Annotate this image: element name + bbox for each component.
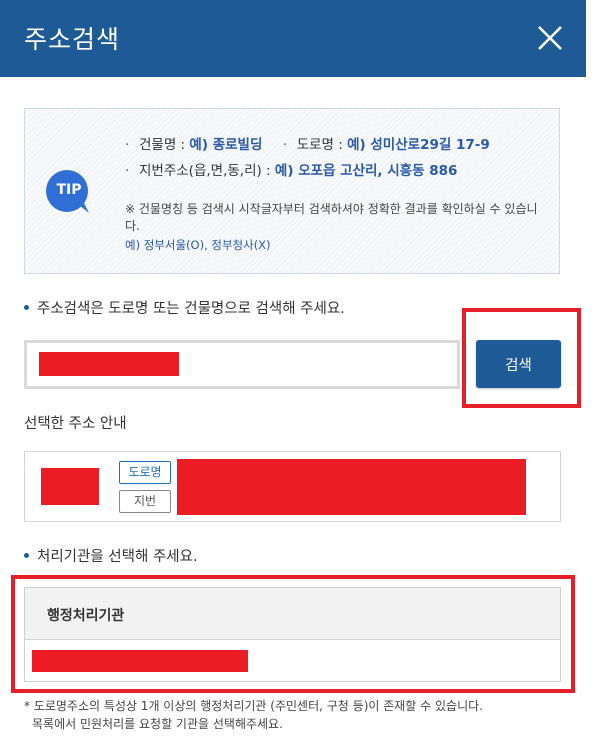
tip-road-label: 도로명 : [296,137,348,153]
tip-example: 예) 정부서울(O), 정부청사(X) [125,238,271,252]
tip-box: TIP · 건물명 : 예) 종로빌딩 · 도로명 : 예) 성미산로29길 17-… [24,108,560,274]
tip-badge-label: TIP [56,182,82,198]
tip-line-1: · 건물명 : 예) 종로빌딩 · 도로명 : 예) 성미산로29길 17-9 [125,137,490,153]
search-instruction: 주소검색은 도로명 또는 건물명으로 검색해 주세요. [24,297,345,318]
tip-note: ※ 건물명칭 등 검색시 시작글자부터 검색하셔야 정확한 결과를 확인하실 수… [125,202,538,233]
search-instruction-text: 주소검색은 도로명 또는 건물명으로 검색해 주세요. [37,301,345,317]
redacted-address-text [177,459,526,515]
close-icon[interactable] [530,18,570,58]
agency-instruction: 처리기관을 선택해 주세요. [24,545,198,566]
agency-highlight-box [11,575,575,693]
selected-address-label: 선택한 주소 안내 [24,416,127,432]
footnote: * 도로명주소의 특성상 1개 이상의 행정처리기관 (주민센터, 구청 등)이… [24,697,564,733]
tip-line-2: · 지번주소(읍,면,동,리) : 예) 오포읍 고산리, 시흥동 886 [125,163,458,179]
footnote-line-2: 목록에서 민원처리를 요청할 기관을 선택해주세요. [32,717,283,731]
bullet-dot [24,304,29,310]
dialog-edge [586,0,596,751]
tip-badge: TIP [43,169,95,217]
agency-instruction-text: 처리기관을 선택해 주세요. [37,549,198,565]
dialog-title: 주소검색 [24,25,121,54]
tip-building-example: 예) 종로빌딩 [189,137,263,153]
search-highlight-box [462,308,581,408]
jibun-address-tag: 지번 [119,490,171,513]
dialog-header: 주소검색 [0,0,586,77]
tip-jibun-example: 예) 오포읍 고산리, 시흥동 886 [274,163,458,179]
selected-address-card: 도로명 지번 [24,451,561,522]
footnote-line-1: * 도로명주소의 특성상 1개 이상의 행정처리기관 (주민센터, 구청 등)이… [24,699,483,713]
bullet-dot [24,552,29,558]
tip-building-label: 건물명 : [139,137,190,153]
tip-road-example: 예) 성미산로29길 17-9 [347,137,490,153]
tip-jibun-label: 지번주소(읍,면,동,리) : [139,163,275,179]
redacted-input-value [39,352,179,376]
road-address-tag: 도로명 [119,461,171,484]
redacted-postal-code [41,468,99,505]
address-search-input[interactable] [24,340,460,389]
